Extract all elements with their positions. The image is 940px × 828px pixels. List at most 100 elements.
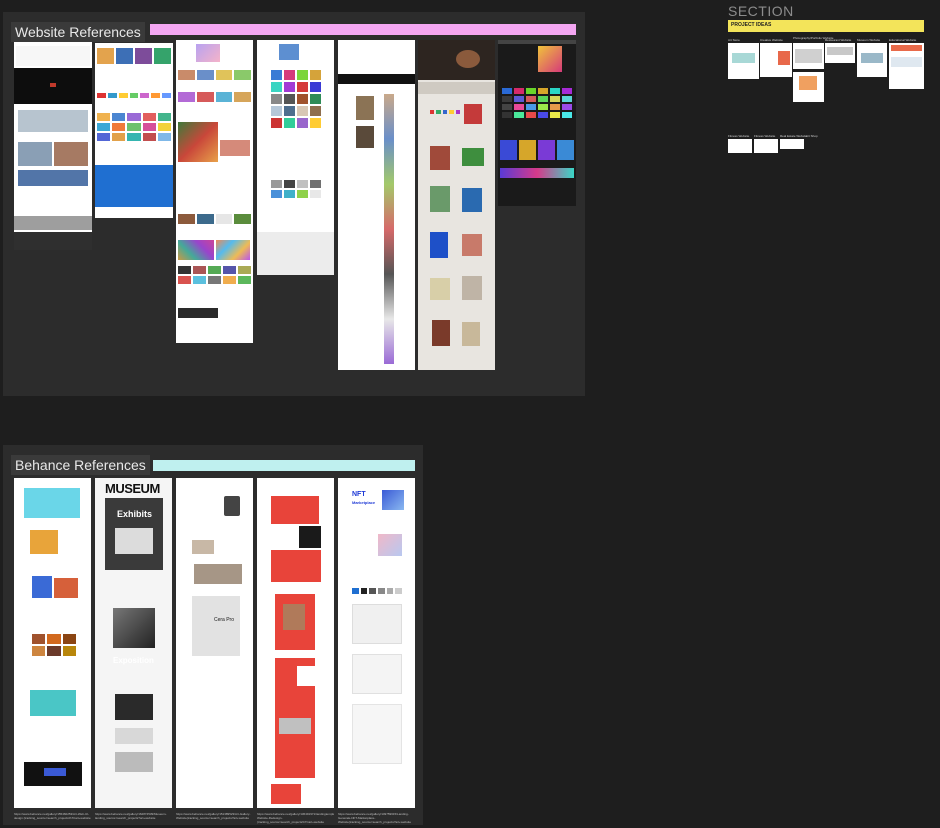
website-ref-1-image [54, 142, 88, 166]
behance-ref-5-marketplace-text: Marketplace [352, 500, 376, 505]
behance-ref-4-red-hero [271, 496, 319, 524]
project-idea-card-7[interactable] [728, 139, 752, 153]
website-ref-column-1[interactable] [14, 42, 92, 250]
website-ref-6-art [462, 276, 482, 300]
website-ref-4-hero-art [279, 44, 299, 60]
behance-ref-5-nft-text: NFT [352, 491, 366, 498]
project-idea-card-3[interactable] [793, 43, 824, 69]
behance-ref-4-card [297, 666, 319, 686]
project-idea-label-5: Museum Website [857, 38, 881, 42]
website-ref-6-swatches [430, 110, 460, 114]
website-ref-6-art [430, 146, 450, 170]
behance-ref-2-device [115, 694, 153, 720]
behance-ref-column-5[interactable]: NFT Marketplace [338, 478, 415, 808]
website-ref-3-thumb-row [178, 70, 251, 80]
website-ref-3-feature-painting [178, 122, 218, 162]
behance-ref-5-wireframe [352, 604, 402, 644]
behance-ref-1-image [32, 576, 52, 598]
website-ref-column-2[interactable] [95, 43, 173, 218]
project-idea-card-3b[interactable] [793, 72, 824, 102]
website-ref-1-footer [14, 216, 92, 230]
website-section-label[interactable]: Website References [11, 22, 145, 42]
website-ref-1-footer-dark [14, 232, 92, 250]
project-idea-card-1[interactable] [728, 43, 759, 79]
website-ref-1-hero [16, 46, 90, 66]
behance-section-color-bar [153, 460, 415, 471]
website-ref-3-thumb-row [178, 266, 251, 284]
behance-ref-column-2[interactable]: MUSEUM Exhibits Exposition [95, 478, 172, 808]
project-idea-label-7: Fitness Website [728, 134, 750, 138]
behance-ref-5-hero-art [382, 490, 404, 510]
behance-ref-1-teal-panel [30, 690, 76, 716]
website-ref-2-blue-footer [95, 165, 173, 207]
behance-ref-column-1[interactable] [14, 478, 91, 808]
behance-ref-caption-4: https://www.behance.net/gallery/13649197… [257, 812, 334, 824]
project-idea-card-9[interactable] [780, 139, 804, 149]
website-ref-6-art [462, 322, 480, 346]
website-ref-column-6[interactable] [418, 40, 495, 370]
website-ref-column-5[interactable] [338, 40, 415, 370]
website-ref-4-art-grid [271, 70, 321, 128]
website-ref-column-4[interactable] [257, 40, 334, 275]
website-ref-6-header-band [418, 82, 495, 94]
behance-ref-4-image [279, 718, 311, 734]
behance-ref-4-phones [271, 784, 301, 804]
behance-ref-5-feature-art [378, 534, 402, 556]
website-ref-1-image [18, 142, 52, 166]
behance-ref-1-image [30, 530, 58, 554]
project-idea-card-2[interactable] [760, 43, 792, 77]
behance-ref-2-phones [115, 728, 153, 744]
website-ref-column-7[interactable] [498, 40, 576, 206]
project-idea-label-1: Art Store [728, 38, 740, 42]
website-ref-6-art [462, 234, 482, 256]
behance-ref-4-red-block [271, 550, 321, 582]
behance-ref-3-phone [224, 496, 240, 516]
website-ref-4-footer [257, 232, 334, 275]
behance-section-label[interactable]: Behance References [11, 455, 150, 475]
website-ref-7-hero-art [538, 46, 562, 72]
project-idea-card-4[interactable] [825, 43, 855, 63]
website-section-color-bar [150, 24, 576, 35]
project-idea-label-6: Educational Website [889, 38, 917, 42]
behance-ref-1-grid [32, 634, 76, 656]
project-idea-label-2: Creative Website [760, 38, 783, 42]
website-ref-6-red-art [464, 104, 482, 124]
website-ref-3-thumb-row [178, 214, 251, 224]
behance-ref-2-laptop [115, 528, 153, 554]
behance-ref-caption-3: https://www.behance.net/gallery/15138952… [176, 812, 251, 820]
website-ref-column-3[interactable] [176, 40, 253, 343]
behance-ref-2-exposition-text: Exposition [113, 656, 154, 665]
behance-ref-column-4[interactable] [257, 478, 334, 808]
project-idea-label-8: Fitness Website [754, 134, 776, 138]
project-idea-card-6[interactable] [889, 43, 924, 89]
project-idea-card-5[interactable] [857, 43, 887, 77]
website-ref-5-side-strip [384, 94, 394, 364]
website-ref-6-art [462, 148, 484, 166]
project-ideas-band[interactable]: PROJECT IDEAS [728, 20, 924, 32]
behance-ref-2-exhibits-text: Exhibits [117, 509, 153, 519]
website-ref-7-banner [500, 168, 574, 178]
behance-ref-2-bottom [115, 752, 153, 772]
website-ref-1-gallery [18, 110, 88, 132]
behance-ref-5-wireframe [352, 654, 402, 694]
section-title[interactable]: SECTION [728, 3, 794, 19]
behance-ref-2-bw-photo [113, 608, 155, 648]
website-ref-6-art [430, 278, 450, 300]
website-ref-2-thumb-grid [97, 48, 171, 64]
website-ref-5-art-image [356, 96, 374, 120]
figma-canvas[interactable]: Website References SECTION PROJECT IDEAS… [0, 0, 940, 828]
behance-ref-5-swatches [352, 588, 402, 594]
website-ref-1-red-dot [50, 83, 56, 87]
website-ref-6-art [432, 320, 450, 346]
project-idea-card-8[interactable] [754, 139, 778, 153]
website-ref-3-dark-strip [178, 308, 218, 318]
behance-ref-1-footer-accent [44, 768, 66, 776]
behance-ref-column-3[interactable]: Cera Pro [176, 478, 253, 808]
website-ref-7-nft-grid [502, 88, 572, 118]
behance-ref-3-cera-pro-text: Cera Pro [214, 617, 235, 623]
behance-ref-1-image [54, 578, 78, 598]
website-ref-6-blue-vase [430, 232, 448, 258]
behance-ref-caption-5: https://www.behance.net/gallery/14975961… [338, 812, 411, 824]
behance-ref-4-dark-block [299, 526, 321, 548]
behance-ref-caption-1: https://www.behance.net/gallery/15546025… [14, 812, 91, 820]
